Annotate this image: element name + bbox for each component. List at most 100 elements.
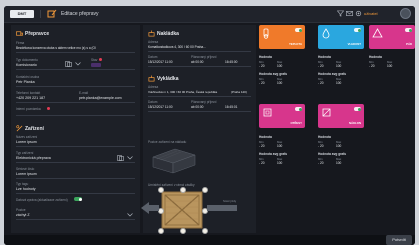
divider — [16, 146, 135, 147]
thermometer-icon — [263, 28, 269, 39]
pozice-select[interactable]: záchyt Z — [16, 213, 30, 217]
label-telefon: Telefonní kontakt — [16, 91, 41, 95]
sensor-panel: TEPLOTA VLHKOST PÁD Hodnota Min Max - 20… — [259, 25, 415, 233]
vykladka-plan-field[interactable]: ab 00:00 — [191, 105, 203, 109]
section-title-vykladka: Vykládka — [157, 76, 179, 82]
label-plan: Plánovaný příjezd — [191, 55, 217, 59]
divider — [16, 86, 135, 87]
card-label: NÁKLON — [349, 121, 361, 125]
hodnota-avg-label: Hodnota avg grafu — [318, 72, 347, 76]
max-value[interactable]: 100 — [336, 161, 341, 165]
vykladka-adresa-field[interactable]: Vokřinecká m 1, 300 / 60 00 Praha, Česká… — [148, 90, 217, 94]
card-vlhkost[interactable]: VLHKOST — [318, 25, 364, 49]
data-toggle[interactable] — [74, 197, 82, 201]
label-stav: Stav — [91, 58, 98, 62]
min-value[interactable]: - 20 — [318, 144, 324, 148]
divider — [16, 102, 135, 103]
telefon-field[interactable]: +420 209 221 187 — [16, 96, 45, 100]
divider — [16, 52, 135, 53]
max-value[interactable]: 100 — [277, 161, 282, 165]
nakladka-plan2-field[interactable]: 16:45:00 — [225, 60, 237, 64]
user-name[interactable]: uživatel — [364, 11, 378, 16]
toggle-naklon[interactable] — [354, 107, 361, 111]
vykladka-zip-field[interactable]: (Praha 120) — [231, 90, 247, 94]
typ-zarizeni-select[interactable]: Elektronická přeprava — [16, 156, 51, 160]
divider — [16, 69, 135, 70]
handle-top[interactable] — [180, 187, 186, 193]
max-value[interactable]: 100 — [277, 144, 282, 148]
card-label: PÁD — [406, 42, 412, 46]
footer-bar — [4, 235, 415, 245]
document-icon[interactable] — [117, 155, 124, 161]
chevron-down-icon[interactable] — [127, 213, 133, 217]
vykladka-datum-field[interactable]: 15/12/2017 11:00 — [148, 105, 173, 109]
chevron-down-icon[interactable] — [127, 156, 133, 160]
section-title-nakladka: Nakládka — [157, 31, 179, 37]
email-field[interactable]: petr.planka@example.com — [79, 96, 122, 100]
settings-icon[interactable] — [355, 10, 362, 17]
loading-icon — [148, 30, 155, 37]
middle-panel: Nakládka Adresa Komatkostadkova 4, 300 /… — [141, 25, 256, 234]
card-pad[interactable]: PÁD — [369, 25, 415, 49]
max-value[interactable]: 100 — [336, 64, 341, 68]
chevron-down-icon[interactable] — [75, 62, 81, 66]
toggle-teplota[interactable] — [295, 28, 302, 32]
unloading-icon — [148, 75, 155, 82]
min-value[interactable]: - 20 — [259, 81, 265, 85]
firma-field[interactable]: Bezdékova konzerva otuba s aktem velice … — [16, 46, 96, 50]
required-dot — [47, 107, 50, 110]
mail-icon[interactable] — [346, 10, 353, 17]
divider — [148, 111, 251, 112]
typ-select[interactable]: Komisionario — [16, 63, 37, 67]
filter-icon[interactable] — [337, 10, 344, 17]
handle-bottom[interactable] — [180, 228, 186, 234]
nakladka-plan-field[interactable]: ab 00:00 — [191, 60, 203, 64]
min-value[interactable]: - 20 — [259, 144, 265, 148]
handle-bottom-left[interactable] — [158, 228, 164, 234]
sn-field[interactable]: Lorem ipsum — [16, 172, 37, 176]
hodnota-avg-label: Hodnota avg grafu — [318, 152, 347, 156]
card-label: TEPLOTA — [289, 42, 302, 46]
min-value[interactable]: - 20 — [318, 64, 324, 68]
max-value[interactable]: 100 — [336, 81, 341, 85]
app-logo[interactable]: DMT — [10, 10, 34, 18]
nakladka-datum-field[interactable]: 15/12/2017 11:00 — [148, 60, 173, 64]
toggle-label: Datová zpráva (aktualizace zařízení) — [16, 198, 68, 202]
humidity-icon — [322, 28, 330, 39]
save-button[interactable]: Potvrdit — [386, 235, 412, 245]
app-window: DMT Editace přepravy uživatel Přepravce … — [4, 6, 415, 245]
divider — [148, 51, 251, 52]
max-value[interactable]: 100 — [387, 64, 392, 68]
hodnota-label: Hodnota — [318, 135, 331, 139]
card-teplota[interactable]: TEPLOTA — [259, 25, 305, 49]
min-value[interactable]: - 20 — [369, 64, 375, 68]
handle-top-right[interactable] — [202, 187, 208, 193]
min-value[interactable]: - 20 — [259, 64, 265, 68]
max-value[interactable]: 100 — [336, 144, 341, 148]
status-dot — [99, 58, 102, 61]
min-value[interactable]: - 20 — [318, 81, 324, 85]
max-value[interactable]: 100 — [277, 64, 282, 68]
device-icon — [16, 125, 23, 132]
min-value[interactable]: - 20 — [259, 161, 265, 165]
lower-visual-label: Umístění zařízení v rámci zásilky — [148, 183, 195, 187]
status-badge[interactable] — [91, 63, 101, 67]
card-naklon[interactable]: NÁKLON — [318, 104, 364, 128]
vykladka-plan2-field[interactable]: 16:45:01 — [225, 105, 237, 109]
toggle-vlhkost[interactable] — [354, 28, 361, 32]
toggle-otresy[interactable] — [295, 107, 302, 111]
handle-top-left[interactable] — [158, 187, 164, 193]
kontakt-field[interactable]: Petr Planka — [16, 80, 35, 84]
max-value[interactable]: 100 — [277, 81, 282, 85]
nakladka-adresa-field[interactable]: Komatkostadkova 4, 300 / 60 00 Praha... — [148, 45, 206, 49]
document-icon[interactable] — [65, 61, 72, 67]
label-email: E-mail — [79, 91, 89, 95]
toggle-pad[interactable] — [405, 28, 412, 32]
handle-bottom-right[interactable] — [202, 228, 208, 234]
avatar[interactable] — [400, 8, 411, 19]
nazev-field[interactable]: Lorem ipsum — [16, 140, 37, 144]
card-otresy[interactable]: OTŘESY — [259, 104, 305, 128]
tag-field[interactable]: Lze hodnoty — [16, 187, 36, 191]
page-title: Editace přepravy — [61, 11, 99, 17]
min-value[interactable]: - 20 — [318, 161, 324, 165]
